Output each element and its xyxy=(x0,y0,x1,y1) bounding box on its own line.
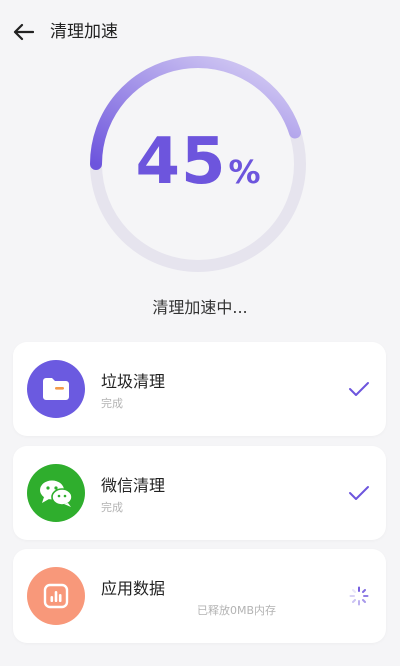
back-button[interactable] xyxy=(10,20,36,44)
task-icon-wechat xyxy=(27,464,85,522)
task-card-wechat[interactable]: 微信清理 完成 xyxy=(13,446,386,540)
task-name: 垃圾清理 xyxy=(101,372,166,391)
task-done-indicator xyxy=(346,376,372,402)
loading-spinner-icon xyxy=(349,586,369,606)
task-card-junk[interactable]: 垃圾清理 完成 xyxy=(13,342,386,436)
task-icon-appdata xyxy=(27,567,85,625)
task-name: 微信清理 xyxy=(101,476,166,495)
task-card-appdata[interactable]: 应用数据 已释放0MB内存 xyxy=(13,549,386,643)
arrow-left-icon xyxy=(13,23,34,41)
folder-icon xyxy=(43,378,69,400)
check-icon xyxy=(349,486,369,500)
bar-chart-icon xyxy=(43,583,69,609)
task-loading-indicator xyxy=(346,583,372,609)
task-done-indicator xyxy=(346,480,372,506)
check-icon xyxy=(349,382,369,396)
task-icon-junk xyxy=(27,360,85,418)
task-name: 应用数据 xyxy=(101,579,166,598)
progress-unit: % xyxy=(228,153,261,191)
progress-percent: 45 % xyxy=(86,125,310,205)
page-title: 清理加速 xyxy=(50,22,118,42)
progress-status: 清理加速中... xyxy=(152,298,248,317)
task-status: 完成 xyxy=(101,501,123,514)
task-status: 完成 xyxy=(101,397,123,410)
wechat-icon xyxy=(40,480,73,507)
progress-number: 45 xyxy=(135,125,227,199)
memory-freed-text: 已释放0MB内存 xyxy=(197,604,277,617)
